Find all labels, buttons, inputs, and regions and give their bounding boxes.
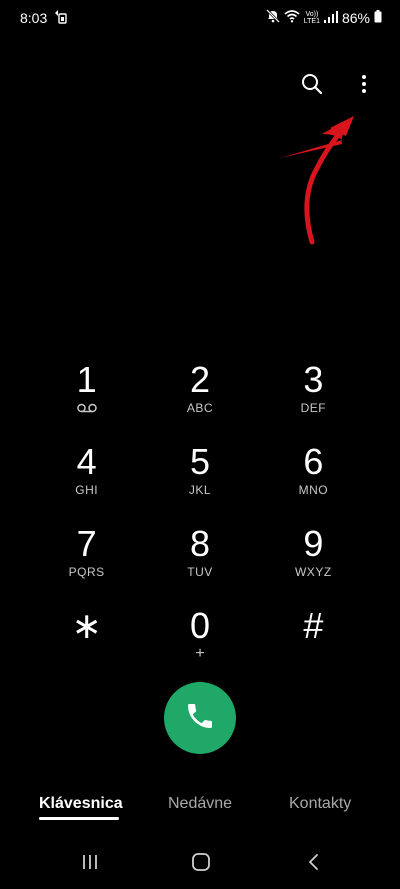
key-plus: + [195, 645, 205, 662]
key-2[interactable]: 2 ABC [143, 360, 256, 430]
key-letters: TUV [187, 565, 213, 579]
key-8[interactable]: 8 TUV [143, 524, 256, 594]
key-digit: 3 [303, 359, 324, 400]
sim-activity-icon [53, 10, 67, 29]
recents-icon[interactable] [75, 850, 105, 874]
key-letters: DEF [300, 401, 327, 415]
bottom-tabs: Klávesnica Nedávne Kontakty [0, 790, 400, 826]
key-6[interactable]: 6 MNO [257, 442, 370, 512]
key-9[interactable]: 9 WXYZ [257, 524, 370, 594]
dial-keypad: 1 2 ABC 3 DEF 4 GHI 5 JKL 6 MNO 7 PQRS 8… [30, 360, 370, 676]
wifi-icon [284, 9, 300, 26]
key-1[interactable]: 1 [30, 360, 143, 430]
key-digit: 4 [76, 441, 97, 482]
key-digit: 1 [76, 359, 97, 400]
key-7[interactable]: 7 PQRS [30, 524, 143, 594]
back-icon[interactable] [299, 850, 329, 874]
key-3[interactable]: 3 DEF [257, 360, 370, 430]
status-time: 8:03 [20, 10, 48, 26]
key-digit: 0 [189, 605, 210, 646]
lte-top-label: Vo)) [305, 10, 319, 18]
active-tab-indicator [39, 817, 119, 820]
key-letters: JKL [188, 483, 212, 497]
search-icon[interactable] [298, 70, 326, 98]
key-letters: MNO [298, 483, 329, 497]
key-digit: 6 [303, 441, 324, 482]
key-digit: 5 [189, 441, 210, 482]
key-letters: PQRS [68, 565, 105, 579]
key-digit: # [303, 605, 324, 646]
lte-bottom-label: LTE1 [303, 17, 320, 25]
tab-keypad[interactable]: Klávesnica [39, 795, 123, 813]
key-0[interactable]: 0 + [143, 606, 256, 676]
key-5[interactable]: 5 JKL [143, 442, 256, 512]
battery-percent: 86% [341, 9, 370, 26]
voicemail-icon [76, 400, 97, 416]
key-hash[interactable]: # [257, 606, 370, 676]
tab-recents[interactable]: Nedávne [168, 795, 232, 813]
phone-icon [184, 700, 216, 737]
key-star[interactable]: ∗ [30, 606, 143, 676]
key-letters: WXYZ [294, 565, 332, 579]
status-right-group: Vo)) LTE1 86% [265, 9, 382, 26]
key-digit: ∗ [71, 605, 102, 646]
key-4[interactable]: 4 GHI [30, 442, 143, 512]
key-digit: 9 [303, 523, 324, 564]
lte-indicator: Vo)) LTE1 [304, 11, 320, 25]
more-vert-icon[interactable] [350, 70, 378, 98]
key-digit: 8 [189, 523, 210, 564]
key-digit: 7 [76, 523, 97, 564]
mute-icon [265, 9, 280, 26]
annotation-arrow-icon [270, 110, 370, 255]
key-letters: ABC [186, 401, 214, 415]
home-icon[interactable] [186, 850, 216, 874]
key-letters: GHI [75, 483, 99, 497]
call-button[interactable] [164, 682, 236, 754]
tab-contacts[interactable]: Kontakty [289, 795, 351, 813]
battery-icon [374, 9, 382, 26]
signal-icon [323, 10, 338, 26]
status-bar: 8:03 Vo)) LTE1 86% [0, 0, 400, 36]
top-actions [298, 70, 378, 98]
key-digit: 2 [189, 359, 210, 400]
system-nav-bar [0, 846, 400, 878]
